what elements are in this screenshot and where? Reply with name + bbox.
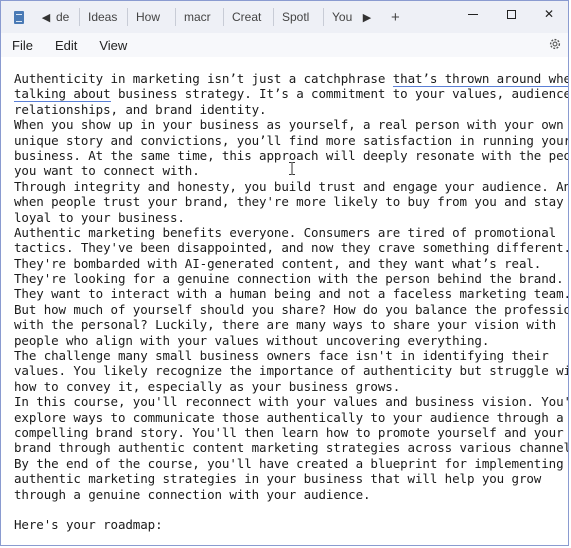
text-line[interactable]: tactics. They've been disappointed, and … [14, 240, 568, 255]
text-line[interactable]: how to convey it, especially as your bus… [14, 379, 562, 394]
text-line[interactable]: But how much of yourself should you shar… [14, 302, 568, 317]
close-icon[interactable]: ✕ [530, 1, 568, 27]
maximize-icon[interactable] [492, 1, 530, 27]
mouse-ibeam-cursor-icon [289, 162, 295, 175]
tab-strip: de Ideas How macr Creat Spotl You [54, 8, 359, 26]
window-controls: ✕ [454, 1, 568, 27]
scroll-tabs-left-icon[interactable]: ◀ [38, 11, 54, 24]
text-line[interactable]: talking about business strategy. It’s a … [14, 86, 568, 103]
notepad-app-icon [14, 10, 24, 24]
text-line[interactable]: when people trust your brand, they're mo… [14, 194, 564, 209]
settings-gear-icon[interactable] [548, 37, 562, 51]
scroll-tabs-right-icon[interactable]: ▶ [359, 11, 375, 24]
text-line[interactable]: through a genuine connection with your a… [14, 487, 562, 502]
document-text[interactable]: Authenticity in marketing isn’t just a c… [14, 71, 568, 533]
text-line[interactable]: They want to interact with a human being… [14, 286, 568, 301]
tab-macr[interactable]: macr [176, 8, 224, 26]
text-line[interactable]: brand through authentic content marketin… [14, 440, 568, 455]
text-line[interactable]: Authentic marketing benefits everyone. C… [14, 225, 562, 240]
text-editor-area[interactable]: Authenticity in marketing isn’t just a c… [1, 57, 568, 545]
text-line[interactable]: authentic marketing strategies in your b… [14, 471, 562, 486]
text-line[interactable]: Here's your roadmap: [14, 517, 562, 532]
new-tab-plus-icon[interactable]: + [391, 9, 400, 26]
menu-view[interactable]: View [99, 38, 127, 53]
tab-you[interactable]: You [324, 8, 359, 26]
text-line[interactable]: business. At the same time, this approac… [14, 148, 568, 163]
text-line[interactable]: They're bombarded with AI-generated cont… [14, 256, 562, 271]
notepad-window: ◀ de Ideas How macr Creat Spotl You ▶ + … [0, 0, 569, 546]
text-line[interactable]: people who align with your values withou… [14, 333, 562, 348]
text-line[interactable]: The challenge many small business owners… [14, 348, 562, 363]
text-line[interactable]: They're looking for a genuine connection… [14, 271, 564, 286]
text-line[interactable] [14, 502, 562, 517]
text-line[interactable]: explore ways to communicate those authen… [14, 410, 564, 425]
text-line[interactable]: By the end of the course, you'll have cr… [14, 456, 564, 471]
text-line[interactable]: you want to connect with. [14, 163, 562, 178]
tab-de[interactable]: de [54, 8, 80, 26]
text-line[interactable]: values. You likely recognize the importa… [14, 363, 568, 378]
text-line[interactable]: loyal to your business. [14, 210, 562, 225]
menu-bar: File Edit View [1, 33, 568, 57]
text-line[interactable]: with the personal? Luckily, there are ma… [14, 317, 562, 332]
text-line[interactable]: When you show up in your business as you… [14, 117, 564, 132]
text-line[interactable]: compelling brand story. You'll then lear… [14, 425, 564, 440]
tab-creat[interactable]: Creat [224, 8, 274, 26]
tab-spotl[interactable]: Spotl [274, 8, 324, 26]
text-line[interactable]: unique story and convictions, you’ll fin… [14, 133, 568, 148]
tab-ideas[interactable]: Ideas [80, 8, 128, 26]
menu-edit[interactable]: Edit [55, 38, 77, 53]
tab-how[interactable]: How [128, 8, 176, 26]
title-bar: ◀ de Ideas How macr Creat Spotl You ▶ + … [1, 1, 568, 33]
text-line[interactable]: Authenticity in marketing isn’t just a c… [14, 71, 568, 87]
text-line[interactable]: Through integrity and honesty, you build… [14, 179, 568, 194]
text-line[interactable]: relationships, and brand identity. [14, 102, 562, 117]
minimize-icon[interactable] [454, 1, 492, 27]
menu-file[interactable]: File [12, 38, 33, 53]
text-line[interactable]: In this course, you'll reconnect with yo… [14, 394, 568, 409]
